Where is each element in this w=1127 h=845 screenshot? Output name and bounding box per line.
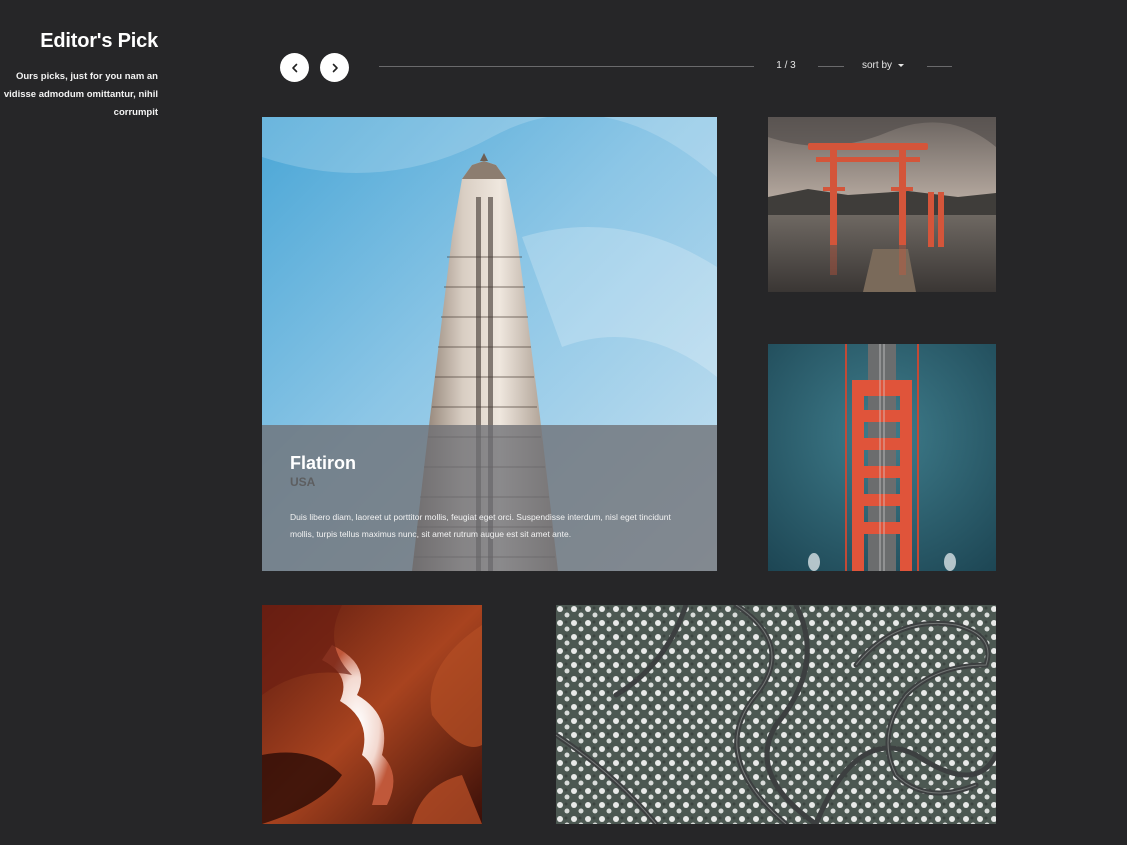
sort-by-label: sort by — [862, 60, 893, 71]
torii-gate-photo — [768, 117, 996, 292]
chevron-left-icon — [291, 63, 297, 72]
featured-caption: Flatiron USA Duis libero diam, laoreet u… — [262, 425, 717, 571]
card-canyon[interactable] — [262, 605, 482, 824]
divider-line — [379, 66, 754, 67]
bridge-aerial-photo — [768, 344, 996, 571]
winding-roads-photo — [556, 605, 996, 824]
caret-down-icon — [898, 64, 905, 67]
previous-button[interactable] — [280, 53, 309, 82]
featured-description: Duis libero diam, laoreet ut porttitor m… — [290, 512, 671, 539]
card-torii-gate[interactable] — [768, 117, 996, 292]
sort-by-dropdown[interactable]: sort by — [862, 60, 905, 71]
section-title: Editor's Pick — [40, 30, 158, 52]
featured-card-flatiron[interactable]: Flatiron USA Duis libero diam, laoreet u… — [262, 117, 717, 571]
next-button[interactable] — [320, 53, 349, 82]
section-description: Ours picks, just for you nam an vidisse … — [3, 71, 158, 118]
divider-line — [818, 66, 844, 67]
featured-title: Flatiron — [290, 453, 356, 473]
editors-pick-page: Editor's Pick Ours picks, just for you n… — [0, 0, 1127, 845]
card-winding-roads[interactable] — [556, 605, 996, 824]
card-bridge-aerial[interactable] — [768, 344, 996, 571]
canyon-photo — [262, 605, 482, 824]
chevron-right-icon — [332, 63, 338, 72]
featured-subtitle: USA — [290, 475, 316, 489]
divider-line — [927, 66, 952, 67]
page-indicator: 1 / 3 — [776, 60, 796, 71]
